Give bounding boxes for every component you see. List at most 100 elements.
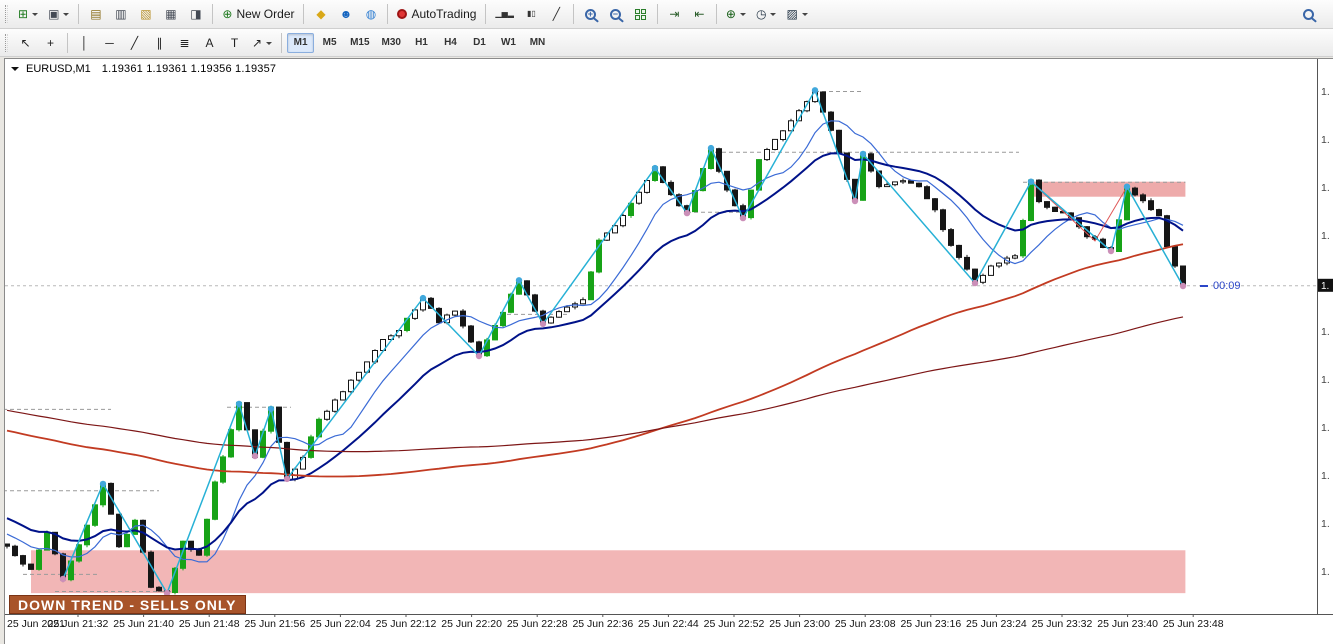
price-axis-label: 1. (1321, 422, 1330, 434)
time-axis-label: 25 Jun 21:48 (179, 618, 240, 630)
swing-high-dot (515, 277, 523, 284)
line-chart-mode-icon: ╱ (552, 7, 560, 21)
time-axis-label: 25 Jun 22:36 (572, 618, 633, 630)
line-chart-mode-button[interactable]: ╱ (544, 3, 569, 26)
community-button[interactable]: ☻ (333, 3, 358, 26)
autotrading-icon (397, 9, 408, 19)
new-chart-icon: ⊞ (18, 7, 29, 21)
terminal-icon: ▦ (165, 7, 177, 21)
indicators-button[interactable]: ⊕ (721, 3, 751, 26)
profiles-button[interactable]: ▣ (43, 3, 74, 26)
toolbar-standard-buttons: ⊞ ▣ ▤ ▥ ▧ ▦ ◨ ⊕ New Order ◆ ☻ ◍ AutoTrading ▁▅▂ ▮▯ ╱ + − ⇥… (13, 3, 813, 26)
toolbar-separator (485, 4, 487, 24)
time-axis-label: 25 Jun 23:48 (1163, 618, 1224, 630)
horizontal-line-button[interactable]: ─ (97, 31, 122, 54)
auto-scroll-icon: ⇥ (669, 7, 680, 21)
swing-high-dot (99, 480, 107, 488)
swing-low-dot (739, 214, 747, 222)
autotrading-button[interactable]: AutoTrading (392, 3, 481, 26)
time-axis-label: 25 Jun 22:20 (441, 618, 502, 630)
price-axis-label: 1. (1321, 182, 1330, 194)
community-icon: ☻ (339, 7, 353, 21)
timer-text: 00:09 (1213, 280, 1241, 292)
terminal-button[interactable]: ▦ (158, 3, 183, 26)
periods-icon: ◷ (755, 7, 767, 21)
chart-plot[interactable]: 25 Jun 202125 Jun 21:32 25 Jun 21:40 25 Ju… (5, 59, 1333, 644)
timeframe-h4-button[interactable]: H4 (437, 33, 464, 53)
search-button[interactable] (1296, 3, 1321, 26)
current-price-marker-text: 1. (1321, 281, 1329, 292)
trend-label: DOWN TREND - SELLS ONLY (9, 595, 246, 614)
periods-button[interactable]: ◷ (751, 3, 781, 26)
bar-chart-mode-button[interactable]: ▁▅▂ (490, 3, 518, 26)
templates-button[interactable]: ▨ (781, 3, 812, 26)
data-window-button[interactable]: ▥ (108, 3, 133, 26)
swing-low-dot (251, 452, 259, 460)
chart-shift-icon: ⇤ (694, 7, 705, 21)
strategy-tester-button[interactable]: ◨ (183, 3, 208, 26)
toolbar-separator (303, 4, 305, 24)
cursor-button[interactable]: ↖ (13, 31, 38, 54)
timeframe-m15-button[interactable]: M15 (345, 33, 374, 53)
autotrading-label: AutoTrading (411, 7, 477, 21)
swing-low-dot (59, 575, 67, 583)
zoom-in-button[interactable]: + (578, 3, 603, 26)
time-axis-label: 25 Jun 22:12 (376, 618, 437, 630)
time-axis-label: 25 Jun 23:32 (1032, 618, 1093, 630)
chart-quotes: 1.19361 1.19361 1.19356 1.19357 (101, 63, 277, 75)
time-axis-label: 25 Jun 22:28 (507, 618, 568, 630)
trendline-button[interactable]: ╱ (122, 31, 147, 54)
templates-icon: ▨ (786, 7, 798, 21)
dropdown-caret-icon (739, 13, 746, 19)
tile-windows-button[interactable] (628, 3, 653, 26)
new-order-button[interactable]: ⊕ New Order (217, 3, 299, 26)
toolbar-studies-buttons: ↖ + │ ─ ╱ ∥ ≣ A T ↗ M1 M5 M15 M30 H1 H4 D1 W1 MN (13, 31, 552, 54)
dropdown-caret-icon (770, 13, 777, 19)
timeframe-d1-button[interactable]: D1 (466, 33, 493, 53)
zoom-out-icon: − (609, 8, 621, 20)
timeframe-m5-button[interactable]: M5 (316, 33, 343, 53)
toolbar-grip[interactable] (5, 5, 8, 23)
text-label-button[interactable]: T (222, 31, 247, 54)
vertical-line-icon: │ (80, 35, 89, 50)
market-watch-icon: ▤ (90, 7, 102, 21)
timeframe-mn-button[interactable]: MN (524, 33, 551, 53)
chart-symbol: EURUSD,M1 (26, 63, 91, 75)
swing-low-dot (539, 320, 547, 328)
swing-high-dot (707, 144, 715, 152)
time-axis-label: 25 Jun 23:24 (966, 618, 1027, 630)
expert-advisors-button[interactable]: ◆ (308, 3, 333, 26)
market-watch-button[interactable]: ▤ (83, 3, 108, 26)
data-window-icon: ▥ (115, 7, 127, 21)
timeframe-h1-button[interactable]: H1 (408, 33, 435, 53)
text-label-icon: T (230, 35, 239, 50)
crosshair-button[interactable]: + (38, 31, 63, 54)
toolbar-grip[interactable] (5, 33, 8, 52)
chart-menu-icon[interactable] (11, 67, 19, 75)
time-axis-label: 25 Jun 22:52 (704, 618, 765, 630)
auto-scroll-button[interactable]: ⇥ (662, 3, 687, 26)
text-button[interactable]: A (197, 31, 222, 54)
swing-high-dot (235, 400, 243, 408)
timeframe-m30-button[interactable]: M30 (377, 33, 406, 53)
timeframe-m1-button[interactable]: M1 (287, 32, 315, 53)
timeframe-w1-button[interactable]: W1 (495, 33, 522, 53)
chart-shift-button[interactable]: ⇤ (687, 3, 712, 26)
navigator-button[interactable]: ▧ (133, 3, 158, 26)
time-axis-label: 25 Jun 22:04 (310, 618, 371, 630)
search-icon (1303, 8, 1314, 20)
swing-high-dot (651, 164, 659, 172)
toolbar-separator (656, 4, 658, 24)
vertical-line-button[interactable]: │ (72, 31, 97, 54)
shapes-button[interactable]: ↗ (247, 31, 277, 54)
price-axis-label: 1. (1321, 86, 1330, 98)
fibonacci-button[interactable]: ≣ (172, 31, 197, 54)
shapes-icon: ↗ (252, 35, 263, 50)
new-chart-button[interactable]: ⊞ (13, 3, 43, 26)
candlestick-mode-button[interactable]: ▮▯ (519, 3, 544, 26)
web-button[interactable]: ◍ (358, 3, 383, 26)
toolbar-separator (715, 4, 717, 24)
equidistant-channel-button[interactable]: ∥ (147, 31, 172, 54)
zoom-out-button[interactable]: − (603, 3, 628, 26)
candle-timer: 00:09 (1200, 280, 1241, 292)
